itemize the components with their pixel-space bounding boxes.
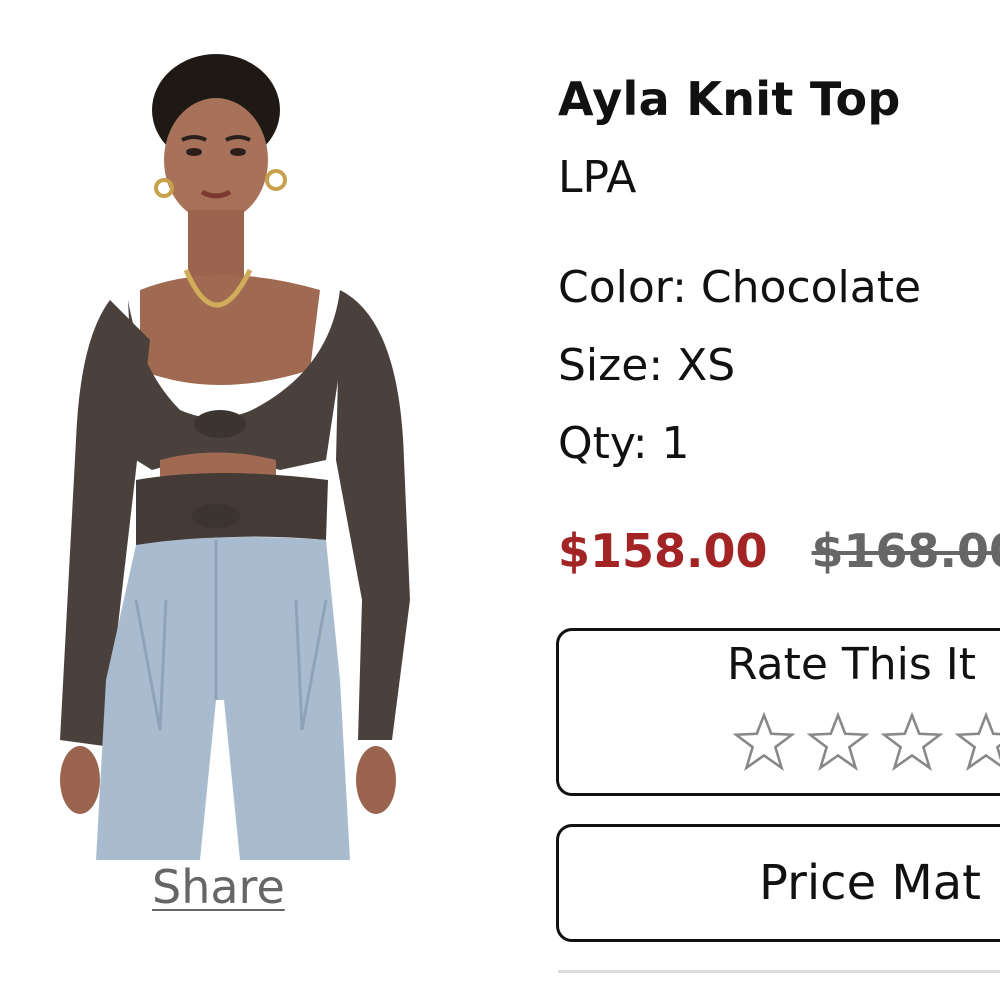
star-icon[interactable] <box>733 711 795 773</box>
star-icon[interactable] <box>881 711 943 773</box>
size-attribute: Size: XS <box>558 340 736 391</box>
original-price: $168.00 <box>811 524 1000 578</box>
sale-price: $158.00 <box>558 524 768 578</box>
product-page: Share Ayla Knit Top LPA Color: Chocolate… <box>0 0 1000 1000</box>
rate-item-label: Rate This It <box>727 639 977 690</box>
share-link[interactable]: Share <box>152 860 285 914</box>
price-match-button[interactable]: Price Mat <box>556 824 1000 942</box>
star-icon[interactable] <box>955 711 1000 773</box>
product-title: Ayla Knit Top <box>558 72 901 126</box>
color-attribute: Color: Chocolate <box>558 262 922 313</box>
product-brand[interactable]: LPA <box>558 152 636 203</box>
price-row: $158.00 $168.00 <box>558 524 1000 578</box>
star-icon[interactable] <box>807 711 869 773</box>
quantity-attribute: Qty: 1 <box>558 418 690 469</box>
divider <box>558 970 1000 973</box>
rate-item-box: Rate This It <box>556 628 1000 796</box>
star-rating[interactable] <box>733 711 1000 773</box>
product-image[interactable] <box>40 40 440 860</box>
price-match-label: Price Mat <box>759 855 981 911</box>
